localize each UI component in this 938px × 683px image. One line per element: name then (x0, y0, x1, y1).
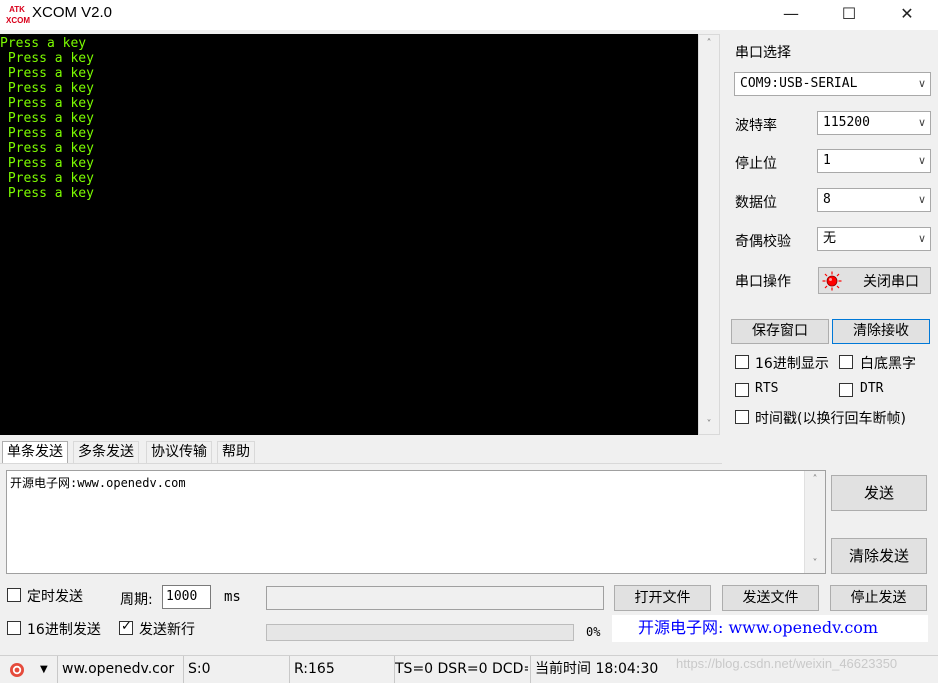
stopbits-value: 1 (823, 153, 831, 168)
app-logo-top: ATK (9, 5, 25, 14)
progress-text: 0% (586, 625, 601, 639)
status-time: 当前时间 18:04:30 (530, 656, 676, 683)
white-bg-checkbox[interactable] (839, 355, 853, 369)
port-select[interactable]: COM9:USB-SERIAL ∨ (734, 72, 931, 96)
receive-line: Press a key (0, 51, 94, 66)
receive-line: Press a key (0, 36, 87, 51)
parity-value: 无 (823, 231, 837, 246)
status-line-signals: TS=0 DSR=0 DCD= (394, 656, 528, 683)
databits-label: 数据位 (735, 195, 777, 211)
databits-select[interactable]: 8 ∨ (817, 188, 931, 212)
clear-send-button[interactable]: 清除发送 (831, 538, 927, 574)
receive-terminal[interactable]: Press a key Press a key Press a key Pres… (0, 34, 698, 435)
timestamp-checkbox[interactable] (735, 410, 749, 424)
stop-send-button[interactable]: 停止发送 (830, 585, 927, 611)
receive-line: Press a key (0, 126, 94, 141)
promo-link[interactable]: 开源电子网: www.openedv.com (612, 615, 928, 642)
save-window-button[interactable]: 保存窗口 (731, 319, 829, 344)
send-progress-bar (266, 624, 574, 641)
scroll-down-icon[interactable]: ˅ (805, 555, 825, 573)
dropdown-arrow-icon[interactable]: ▼ (40, 656, 48, 683)
white-bg-label: 白底黑字 (860, 356, 916, 372)
port-label: 串口选择 (735, 45, 791, 61)
databits-value: 8 (823, 192, 831, 207)
close-port-label: 关闭串口 (863, 274, 919, 290)
chevron-down-icon: ∨ (917, 116, 926, 129)
receive-line: Press a key (0, 186, 94, 201)
send-file-button[interactable]: 发送文件 (722, 585, 819, 611)
chevron-down-icon: ∨ (917, 193, 926, 206)
tab-protocol[interactable]: 协议传输 (146, 441, 212, 463)
scroll-down-icon[interactable]: ˅ (699, 416, 719, 434)
period-input[interactable]: 1000 (162, 585, 211, 609)
dtr-checkbox[interactable] (839, 383, 853, 397)
chevron-down-icon: ∨ (917, 77, 926, 90)
receive-line: Press a key (0, 111, 94, 126)
window-title: XCOM V2.0 (32, 4, 113, 21)
parity-label: 奇偶校验 (735, 234, 791, 250)
hex-send-label: 16进制发送 (27, 622, 101, 638)
send-button[interactable]: 发送 (831, 475, 927, 511)
timestamp-label: 时间戳(以换行回车断帧) (755, 411, 906, 427)
baud-label: 波特率 (735, 118, 777, 134)
receive-line: Press a key (0, 141, 94, 156)
open-file-button[interactable]: 打开文件 (614, 585, 711, 611)
rts-checkbox[interactable] (735, 383, 749, 397)
send-textarea[interactable]: 开源电子网:www.openedv.com (6, 470, 826, 574)
tab-single-send[interactable]: 单条发送 (2, 441, 68, 463)
receive-line: Press a key (0, 156, 94, 171)
file-path-field[interactable] (266, 586, 604, 610)
chevron-down-icon: ∨ (917, 232, 926, 245)
hex-display-label: 16进制显示 (755, 356, 829, 372)
maximize-button[interactable]: ☐ (820, 0, 878, 30)
receive-line: Press a key (0, 171, 94, 186)
watermark-text: https://blog.csdn.net/weixin_46623350 (676, 656, 898, 671)
rts-label: RTS (755, 381, 779, 396)
scroll-up-icon[interactable]: ˄ (699, 35, 719, 53)
receive-line: Press a key (0, 96, 94, 111)
status-url[interactable]: ww.openedv.cor (57, 656, 181, 683)
serial-op-label: 串口操作 (735, 274, 791, 290)
tab-help[interactable]: 帮助 (217, 441, 255, 463)
hex-display-checkbox[interactable] (735, 355, 749, 369)
send-newline-label: 发送新行 (139, 622, 195, 638)
receive-line: Press a key (0, 66, 94, 81)
send-newline-checkbox[interactable] (119, 619, 133, 635)
dtr-label: DTR (860, 381, 884, 396)
status-received-count: R:165 (289, 656, 392, 683)
stopbits-label: 停止位 (735, 156, 777, 172)
settings-gear-icon[interactable] (8, 661, 26, 679)
tab-strip-divider (0, 463, 722, 464)
chevron-down-icon: ∨ (917, 154, 926, 167)
send-scrollbar[interactable]: ˄ ˅ (804, 471, 825, 573)
receive-scrollbar[interactable]: ˄ ˅ (698, 34, 720, 435)
status-sent-count: S:0 (183, 656, 287, 683)
app-logo-bottom: XCOM (6, 16, 30, 25)
close-port-button[interactable]: 关闭串口 (818, 267, 931, 294)
baud-value: 115200 (823, 115, 870, 130)
tab-multi-send[interactable]: 多条发送 (73, 441, 139, 463)
period-label: 周期: (120, 592, 153, 608)
timed-send-label: 定时发送 (27, 589, 83, 605)
receive-line: Press a key (0, 81, 94, 96)
clear-receive-button[interactable]: 清除接收 (832, 319, 930, 344)
period-unit: ms (224, 589, 241, 605)
scroll-up-icon[interactable]: ˄ (805, 471, 825, 489)
app-logo-icon: ATK XCOM (6, 4, 30, 26)
stopbits-select[interactable]: 1 ∨ (817, 149, 931, 173)
baud-select[interactable]: 115200 ∨ (817, 111, 931, 135)
port-value: COM9:USB-SERIAL (740, 76, 858, 91)
hex-send-checkbox[interactable] (7, 621, 21, 635)
parity-select[interactable]: 无 ∨ (817, 227, 931, 251)
led-indicator-icon (822, 271, 842, 291)
close-button[interactable]: ✕ (878, 0, 936, 30)
timed-send-checkbox[interactable] (7, 588, 21, 602)
minimize-button[interactable]: — (762, 0, 820, 30)
